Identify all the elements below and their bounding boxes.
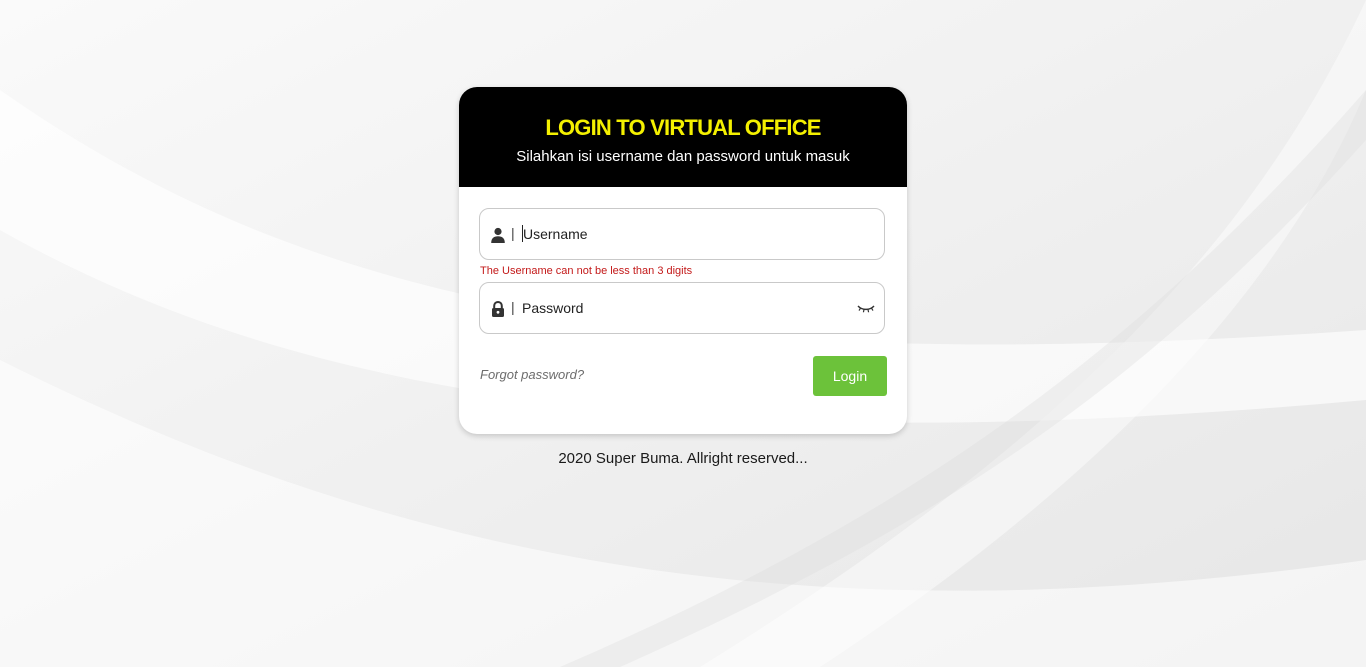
lock-icon [492, 301, 504, 317]
password-field[interactable]: | Password [479, 282, 885, 334]
login-button[interactable]: Login [813, 356, 887, 396]
user-icon [491, 227, 505, 243]
username-separator: | [511, 225, 515, 241]
login-title: LOGIN TO VIRTUAL OFFICE [545, 115, 821, 140]
footer-copyright: 2020 Super Buma. Allright reserved... [558, 450, 808, 467]
username-input[interactable]: Username [522, 225, 588, 243]
username-placeholder: Username [523, 226, 588, 242]
card-header: LOGIN TO VIRTUAL OFFICE Silahkan isi use… [459, 87, 907, 187]
username-field[interactable]: | Username [479, 208, 885, 260]
forgot-password-link[interactable]: Forgot password? [480, 367, 584, 382]
eye-closed-icon[interactable] [857, 301, 875, 315]
password-input[interactable]: Password [522, 299, 583, 317]
login-card: LOGIN TO VIRTUAL OFFICE Silahkan isi use… [459, 87, 907, 434]
username-error: The Username can not be less than 3 digi… [480, 265, 693, 277]
password-separator: | [511, 299, 515, 315]
login-subtitle: Silahkan isi username dan password untuk… [516, 148, 850, 165]
